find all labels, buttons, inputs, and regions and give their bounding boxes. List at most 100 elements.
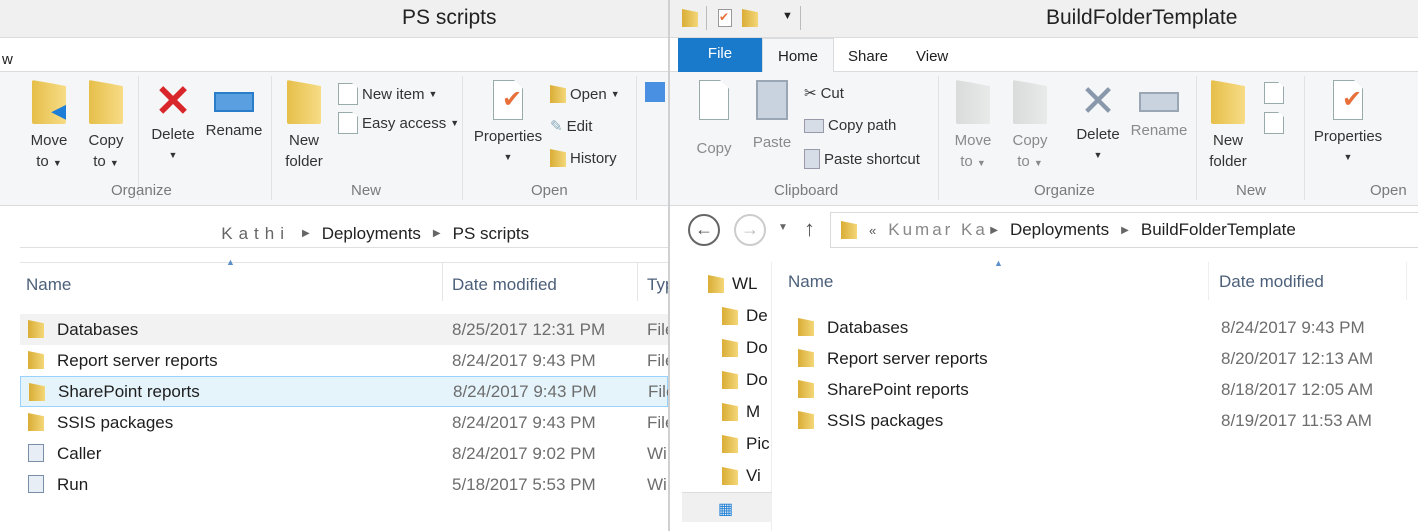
cut-button[interactable]: ✂ Cut bbox=[804, 84, 844, 103]
paste-button[interactable]: Paste bbox=[750, 80, 794, 153]
move-to-button[interactable]: Move to ▼ bbox=[948, 80, 998, 174]
recent-locations-dropdown[interactable]: ▼ bbox=[778, 222, 788, 233]
easy-access-button[interactable]: Easy access ▼ bbox=[338, 112, 459, 134]
nav-item[interactable]: Vi bbox=[722, 466, 761, 486]
column-type[interactable]: Typ bbox=[647, 275, 668, 295]
tab-home[interactable]: Home bbox=[762, 38, 834, 73]
tab-share[interactable]: Share bbox=[848, 48, 888, 65]
network-item[interactable]: ▦ bbox=[682, 492, 772, 522]
nav-item[interactable]: WL bbox=[708, 274, 758, 294]
folder-icon bbox=[798, 318, 814, 336]
address-bar[interactable]: Kathi ▶ Deployments ▶ PS scripts bbox=[20, 220, 668, 248]
file-type: Wi bbox=[647, 474, 667, 494]
file-row[interactable]: SharePoint reports 8/24/2017 9:43 PM File bbox=[20, 376, 668, 407]
move-to-button[interactable]: ◀ Move to ▼ bbox=[26, 80, 72, 174]
up-button[interactable]: ↑ bbox=[804, 216, 815, 242]
column-name[interactable]: Name bbox=[788, 272, 833, 292]
copy-path-button[interactable]: Copy path bbox=[804, 117, 896, 134]
paste-shortcut-button[interactable]: Paste shortcut bbox=[804, 149, 920, 169]
new-folder-qat-icon[interactable] bbox=[742, 9, 758, 27]
new-folder-button[interactable]: New folder bbox=[280, 80, 328, 172]
chevron-right-icon: ▶ bbox=[302, 228, 310, 239]
nav-item[interactable]: Do bbox=[722, 370, 768, 390]
file-row[interactable]: Databases 8/24/2017 9:43 PM bbox=[790, 312, 1418, 343]
properties-button[interactable]: ✔ Properties ▼ bbox=[470, 80, 546, 168]
title-bar: ✔ ▼ BuildFolderTemplate bbox=[670, 0, 1418, 38]
breadcrumb-build-folder-template[interactable]: BuildFolderTemplate bbox=[1141, 220, 1296, 240]
column-name[interactable]: Name bbox=[26, 275, 71, 295]
file-row[interactable]: Caller 8/24/2017 9:02 PM Wi bbox=[20, 438, 668, 469]
copy-folder-icon bbox=[1013, 80, 1047, 124]
history-button[interactable]: History bbox=[550, 149, 617, 167]
breadcrumb-deployments[interactable]: Deployments bbox=[1010, 220, 1109, 240]
file-row[interactable]: Report server reports 8/24/2017 9:43 PM Fi… bbox=[20, 345, 668, 376]
forward-button[interactable]: → bbox=[734, 214, 766, 246]
folder-icon bbox=[722, 307, 738, 325]
file-name: Databases bbox=[827, 317, 909, 337]
computer-icon bbox=[708, 275, 724, 293]
folder-icon bbox=[798, 411, 814, 429]
nav-item[interactable]: Pic bbox=[722, 434, 770, 454]
file-row[interactable]: SharePoint reports 8/18/2017 12:05 AM bbox=[790, 374, 1418, 405]
tab-file[interactable]: File bbox=[678, 38, 762, 72]
file-type: File bbox=[647, 350, 668, 370]
delete-button[interactable]: ✕ Delete ▼ bbox=[1070, 80, 1126, 166]
overflow-chevron[interactable]: « bbox=[869, 223, 876, 238]
column-date-modified[interactable]: Date modified bbox=[1219, 272, 1324, 292]
group-label-organize: Organize bbox=[111, 182, 172, 199]
breadcrumb-deployments[interactable]: Deployments bbox=[322, 224, 421, 244]
file-name: SSIS packages bbox=[57, 412, 174, 432]
window-title: PS scripts bbox=[402, 6, 497, 29]
back-button[interactable]: ← bbox=[688, 214, 720, 246]
delete-x-icon: ✕ bbox=[154, 77, 192, 126]
folder-icon bbox=[682, 9, 698, 27]
new-item-icon bbox=[338, 83, 358, 105]
copy-to-button[interactable]: Copy to ▼ bbox=[84, 80, 128, 174]
move-folder-icon bbox=[956, 80, 990, 124]
address-bar[interactable]: « Kumar Ka ▶ Deployments ▶ BuildFolderTe… bbox=[830, 212, 1418, 248]
file-row[interactable]: Run 5/18/2017 5:53 PM Wi bbox=[20, 469, 668, 500]
file-row[interactable]: SSIS packages 8/24/2017 9:43 PM File bbox=[20, 407, 668, 438]
file-date: 8/24/2017 9:43 PM bbox=[452, 350, 596, 370]
new-item-icon[interactable] bbox=[1264, 82, 1284, 104]
file-date: 8/25/2017 12:31 PM bbox=[452, 319, 606, 339]
copy-button[interactable]: Copy bbox=[692, 80, 736, 159]
column-date-modified[interactable]: Date modified bbox=[452, 275, 557, 295]
new-folder-button[interactable]: New folder bbox=[1204, 80, 1252, 172]
navigation-pane: WL De Do Do M Pic Vi ▦ bbox=[678, 262, 772, 531]
nav-item[interactable]: De bbox=[722, 306, 768, 326]
file-date: 8/24/2017 9:43 PM bbox=[453, 381, 597, 401]
qat-dropdown-icon[interactable]: ▼ bbox=[782, 10, 793, 22]
file-row[interactable]: Databases 8/25/2017 12:31 PM File bbox=[20, 314, 668, 345]
folder-icon bbox=[722, 371, 738, 389]
tab-view[interactable]: View bbox=[916, 48, 948, 65]
rename-button[interactable]: Rename bbox=[1128, 80, 1190, 141]
clipboard-icon bbox=[756, 80, 788, 120]
tab-view-fragment[interactable]: w bbox=[2, 51, 13, 68]
select-all-icon[interactable] bbox=[645, 82, 665, 102]
edit-button[interactable]: ✎ Edit bbox=[550, 117, 592, 136]
copy-to-button[interactable]: Copy to ▼ bbox=[1006, 80, 1054, 174]
group-label-open: Open bbox=[1370, 182, 1407, 199]
new-item-button[interactable]: New item ▼ bbox=[338, 83, 437, 105]
properties-qat-icon[interactable]: ✔ bbox=[718, 9, 732, 27]
breadcrumb-ps-scripts[interactable]: PS scripts bbox=[453, 224, 530, 244]
copy-folder-icon bbox=[89, 80, 123, 124]
folder-icon bbox=[29, 383, 45, 401]
rename-button[interactable]: Rename bbox=[204, 80, 264, 141]
rename-icon bbox=[1139, 92, 1179, 112]
file-row[interactable]: Report server reports 8/20/2017 12:13 AM bbox=[790, 343, 1418, 374]
open-button[interactable]: Open ▼ bbox=[550, 85, 620, 103]
delete-button[interactable]: ✕ Delete ▼ bbox=[148, 80, 198, 166]
file-type: File bbox=[648, 381, 668, 401]
open-icon bbox=[550, 85, 566, 103]
nav-item[interactable]: M bbox=[722, 402, 760, 422]
folder-icon bbox=[798, 349, 814, 367]
ps-scripts-window: PS scripts w ◀ Move to ▼ Copy to ▼ ✕ Delete ▼… bbox=[0, 0, 668, 531]
file-name: Run bbox=[57, 474, 89, 494]
folder-icon bbox=[722, 403, 738, 421]
file-row[interactable]: SSIS packages 8/19/2017 11:53 AM bbox=[790, 405, 1418, 436]
easy-access-icon[interactable] bbox=[1264, 112, 1284, 134]
properties-button[interactable]: ✔ Properties ▼ bbox=[1310, 80, 1386, 168]
nav-item[interactable]: Do bbox=[722, 338, 768, 358]
